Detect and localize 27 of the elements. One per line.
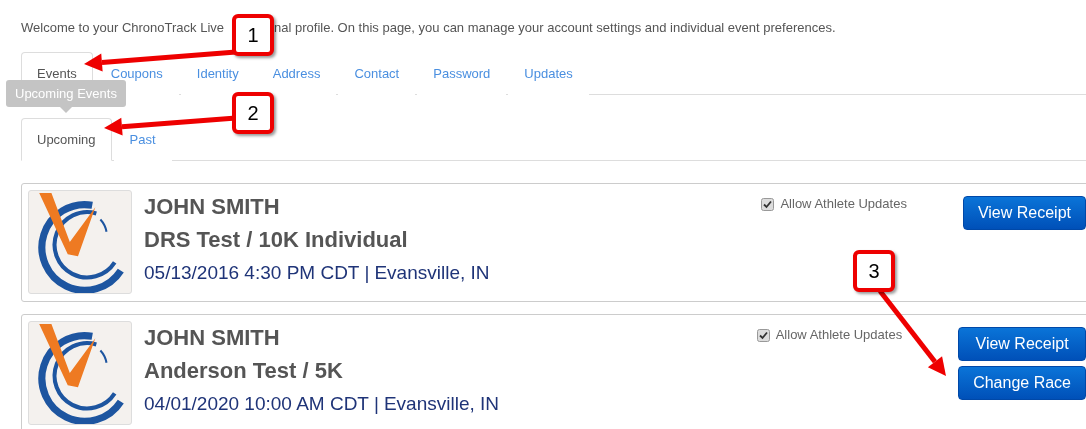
checkbox[interactable] (756, 329, 770, 342)
athlete-name: JOHN SMITH (144, 193, 281, 221)
callout-number: 3 (853, 250, 895, 292)
separator: | (374, 392, 379, 416)
athlete-name: JOHN SMITH (144, 324, 281, 352)
tooltip-tail-icon (60, 107, 72, 113)
intro-text: nal profile. On this page, you can manage your account settings and individual event preferences. (274, 19, 836, 35)
separator: | (364, 261, 370, 285)
action-button[interactable]: View Receipt (958, 327, 1086, 361)
checkbox-label: Allow Athlete Updates (780, 196, 907, 211)
checkmark-logo-icon (28, 321, 132, 425)
checkmark-logo-icon (28, 190, 132, 294)
event-title: Anderson Test / 5K (144, 357, 344, 385)
action-button[interactable]: Change Race (958, 366, 1086, 400)
action-button[interactable]: View Receipt (962, 196, 1086, 230)
checkbox[interactable] (761, 198, 775, 211)
callout-number: 1 (232, 14, 274, 56)
event-date: 04/01/2020 10:00 AM CDT (144, 392, 369, 416)
event-title: DRS Test / 10K Individual (144, 226, 409, 254)
checkbox-label: Allow Athlete Updates (775, 327, 903, 342)
tooltip: Upcoming Events (6, 80, 126, 107)
event-tab[interactable]: Upcoming (21, 118, 112, 161)
callout-number: 2 (232, 92, 274, 134)
intro-text: Welcome to your ChronoTrack Live (21, 19, 225, 35)
event-date: 05/13/2016 4:30 PM CDT (144, 261, 360, 285)
event-location: Evansville, IN (383, 392, 500, 416)
event-location: Evansville, IN (374, 261, 490, 285)
